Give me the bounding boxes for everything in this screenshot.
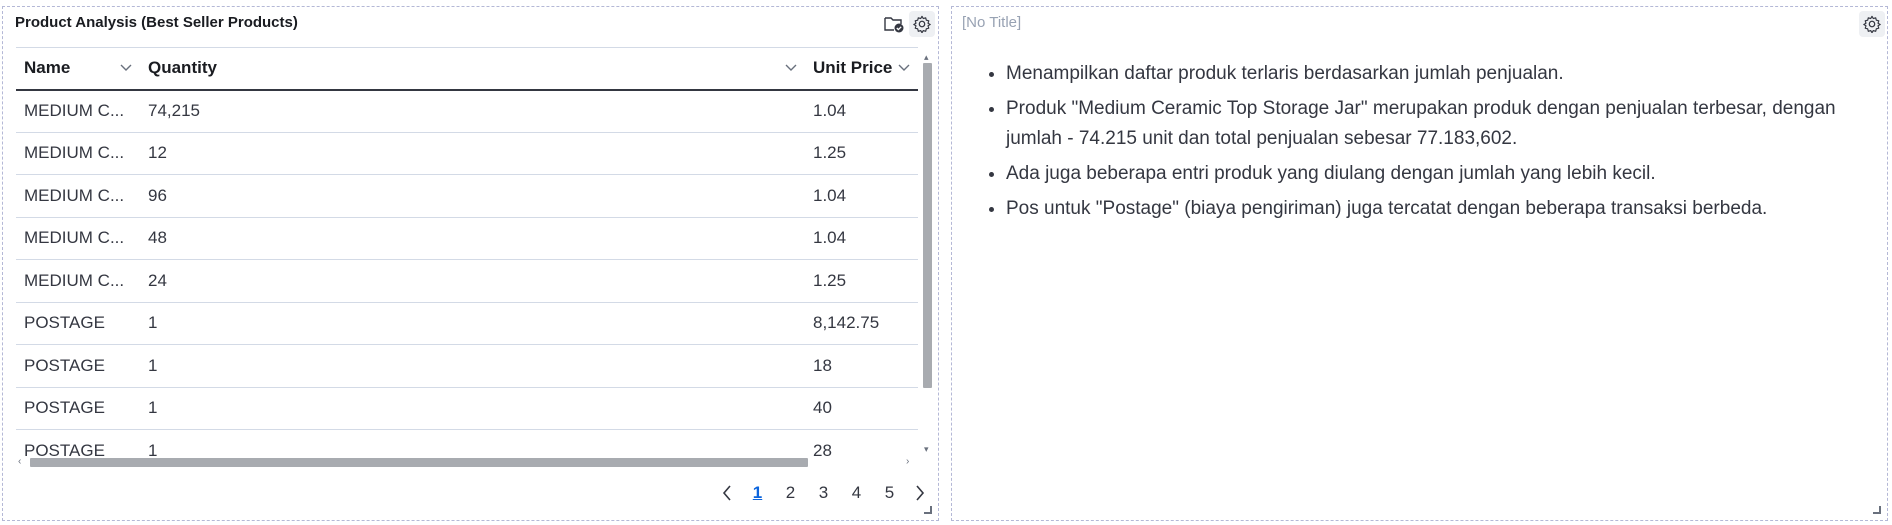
bullet-list: Menampilkan daftar produk terlaris berda… (982, 59, 1872, 224)
previous-page-button[interactable] (713, 479, 741, 507)
table-header-row: Name Quantity Unit Price (16, 47, 918, 91)
scroll-right-icon[interactable]: › (906, 456, 909, 467)
table-row: MEDIUM C... 24 1.25 (16, 259, 918, 303)
column-header-quantity[interactable]: Quantity (140, 47, 805, 91)
product-analysis-panel: Product Analysis (Best Seller Products) … (2, 6, 939, 521)
data-table: Name Quantity Unit Price MEDIUM C... 74,… (16, 47, 923, 459)
cell-unit-price: 1.04 (805, 217, 918, 260)
horizontal-scroll-thumb[interactable] (30, 458, 808, 467)
next-page-button[interactable] (906, 479, 934, 507)
cell-quantity: 1 (140, 387, 805, 430)
vertical-scrollbar[interactable]: ▴ ▾ (923, 53, 932, 454)
cell-name: MEDIUM C... (16, 259, 140, 303)
list-item: Ada juga beberapa entri produk yang diul… (1006, 159, 1872, 189)
cell-name: MEDIUM C... (16, 217, 140, 260)
cell-unit-price: 40 (805, 387, 918, 430)
cell-quantity: 1 (140, 302, 805, 345)
list-item: Menampilkan daftar produk terlaris berda… (1006, 59, 1872, 89)
chevron-right-icon (916, 485, 925, 501)
cell-name: POSTAGE (16, 344, 140, 388)
page-5-button[interactable]: 5 (873, 483, 906, 503)
horizontal-scrollbar[interactable]: ‹ › (16, 456, 918, 467)
page-1-button[interactable]: 1 (741, 483, 774, 503)
table-row: POSTAGE 1 8,142.75 (16, 302, 918, 345)
table-row: MEDIUM C... 74,215 1.04 (16, 89, 918, 133)
gear-icon[interactable] (909, 11, 935, 37)
cell-name: POSTAGE (16, 429, 140, 459)
cell-name: POSTAGE (16, 302, 140, 345)
markdown-content: Menampilkan daftar produk terlaris berda… (982, 59, 1872, 229)
table-row: POSTAGE 1 40 (16, 387, 918, 430)
gear-icon[interactable] (1859, 11, 1885, 37)
list-item: Pos untuk "Postage" (biaya pengiriman) j… (1006, 194, 1872, 224)
cell-name: MEDIUM C... (16, 89, 140, 133)
markdown-panel: [No Title] Menampilkan daftar produk ter… (951, 6, 1888, 521)
scroll-up-icon[interactable]: ▴ (924, 53, 929, 62)
table-row: MEDIUM C... 12 1.25 (16, 132, 918, 175)
page-2-button[interactable]: 2 (774, 483, 807, 503)
column-header-unit-price[interactable]: Unit Price (805, 47, 918, 91)
cell-name: MEDIUM C... (16, 174, 140, 218)
chevron-down-icon[interactable] (898, 64, 910, 72)
cell-quantity: 1 (140, 344, 805, 388)
pagination: 1 2 3 4 5 (713, 479, 934, 507)
table-row: POSTAGE 1 18 (16, 344, 918, 388)
cell-quantity: 74,215 (140, 89, 805, 133)
chevron-left-icon (722, 485, 731, 501)
chevron-down-icon[interactable] (785, 64, 797, 72)
panel-title: [No Title] (962, 14, 1022, 31)
resize-handle-icon[interactable] (924, 506, 932, 514)
cell-quantity: 1 (140, 429, 805, 459)
folder-check-icon[interactable] (881, 11, 907, 37)
page-3-button[interactable]: 3 (807, 483, 840, 503)
cell-name: MEDIUM C... (16, 132, 140, 175)
list-item: Produk "Medium Ceramic Top Storage Jar" … (1006, 94, 1872, 154)
cell-unit-price: 18 (805, 344, 918, 388)
scroll-left-icon[interactable]: ‹ (18, 456, 21, 467)
cell-unit-price: 8,142.75 (805, 302, 918, 345)
page-4-button[interactable]: 4 (840, 483, 873, 503)
cell-unit-price: 1.25 (805, 259, 918, 303)
table-row: POSTAGE 1 28 (16, 429, 918, 459)
cell-unit-price: 28 (805, 429, 918, 459)
cell-quantity: 24 (140, 259, 805, 303)
vertical-scroll-thumb[interactable] (923, 63, 932, 388)
cell-quantity: 96 (140, 174, 805, 218)
cell-quantity: 48 (140, 217, 805, 260)
cell-unit-price: 1.04 (805, 89, 918, 133)
table-row: MEDIUM C... 48 1.04 (16, 217, 918, 260)
chevron-down-icon[interactable] (120, 64, 132, 72)
cell-name: POSTAGE (16, 387, 140, 430)
cell-unit-price: 1.04 (805, 174, 918, 218)
resize-handle-icon[interactable] (1873, 506, 1881, 514)
cell-unit-price: 1.25 (805, 132, 918, 175)
table-row: MEDIUM C... 96 1.04 (16, 174, 918, 218)
scroll-down-icon[interactable]: ▾ (924, 445, 929, 454)
cell-quantity: 12 (140, 132, 805, 175)
panel-title: Product Analysis (Best Seller Products) (15, 14, 298, 31)
column-header-name[interactable]: Name (16, 47, 140, 91)
